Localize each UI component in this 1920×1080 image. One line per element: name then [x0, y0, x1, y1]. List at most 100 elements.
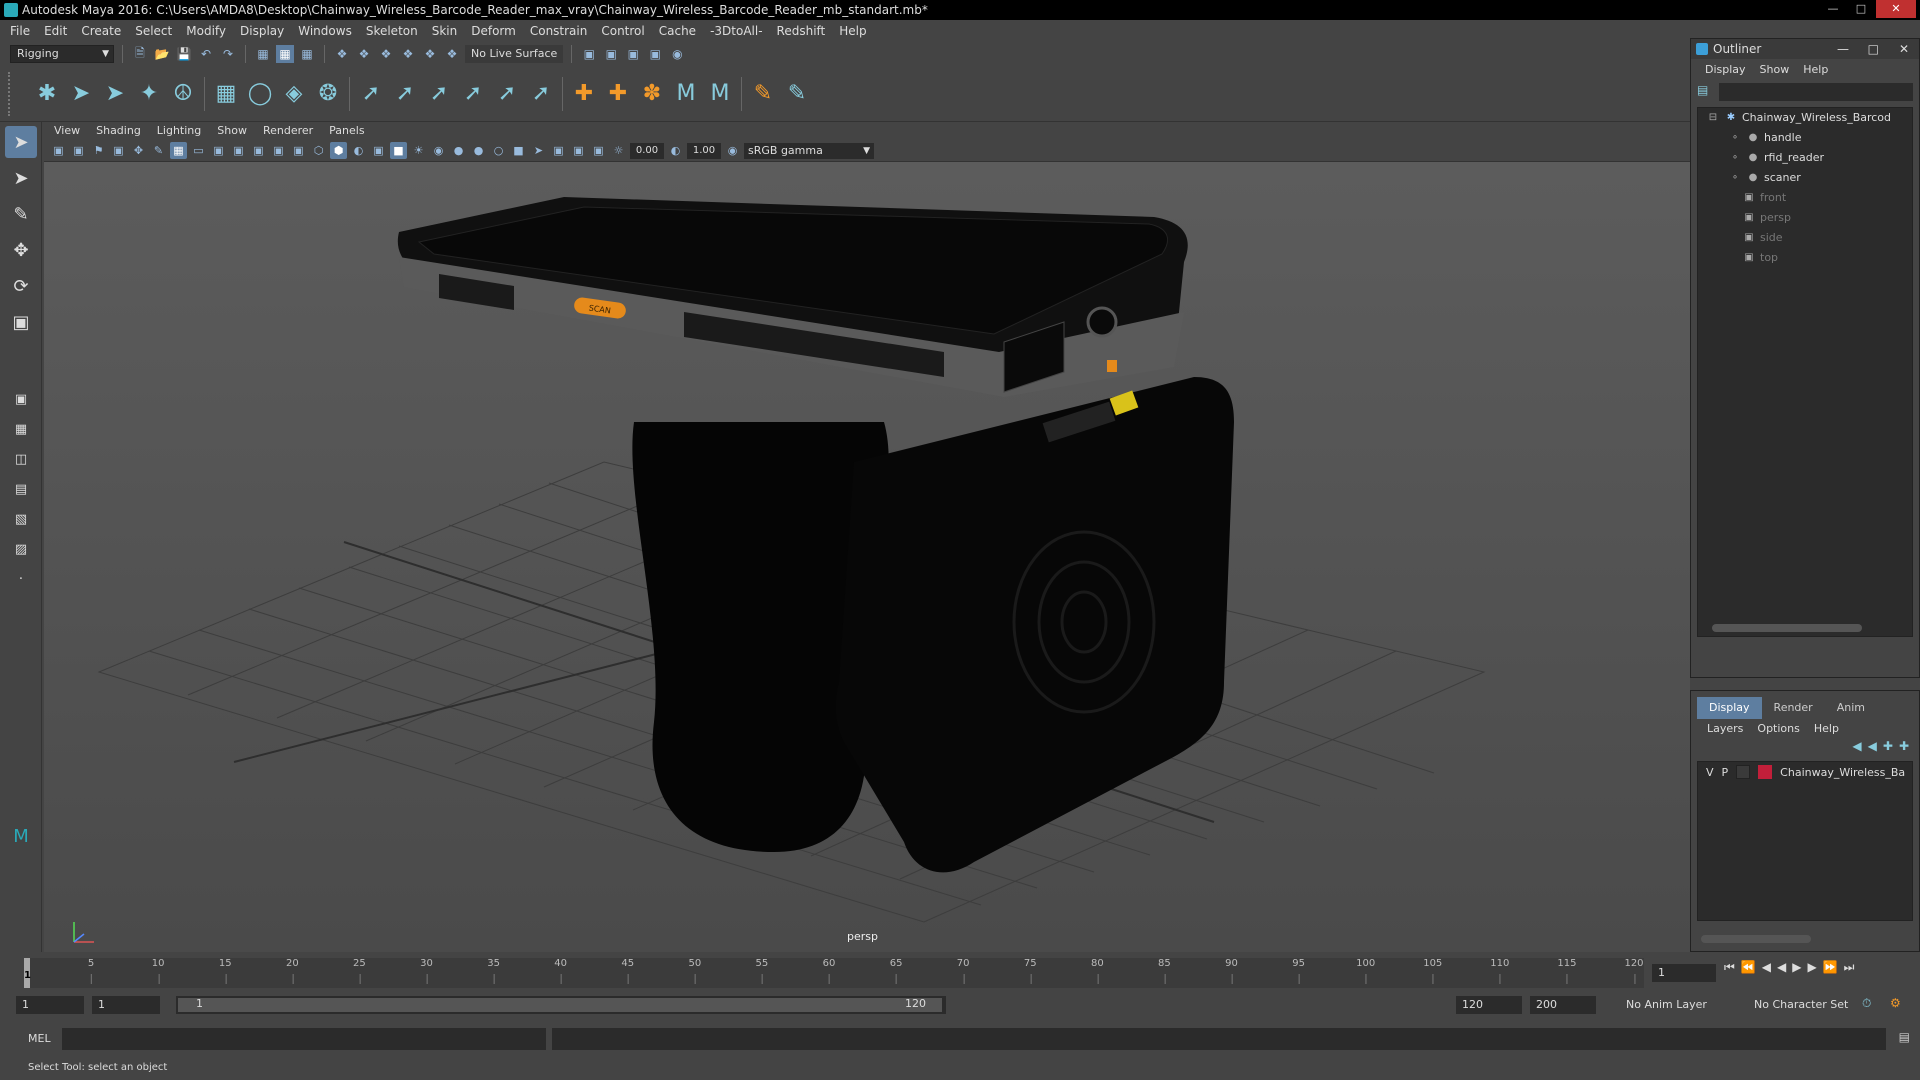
hypershade-icon[interactable]: ◉ [668, 45, 686, 63]
open-scene-icon[interactable]: 📂 [153, 45, 171, 63]
single-pane-layout-icon[interactable]: ▣ [5, 386, 37, 412]
menu-skin[interactable]: Skin [432, 24, 458, 38]
collapse-icon[interactable]: ⊟ [1706, 112, 1720, 124]
shadows-icon[interactable]: ☀ [410, 142, 427, 159]
play-forward-icon[interactable]: ▶ [1792, 960, 1801, 975]
select-tool-icon[interactable]: ➤ [5, 126, 37, 158]
lattice-icon[interactable]: ◈ [277, 77, 311, 111]
menu-modify[interactable]: Modify [186, 24, 226, 38]
minimize-icon[interactable]: — [1837, 39, 1849, 59]
go-to-start-icon[interactable]: ⏮ [1724, 960, 1735, 975]
gate-mask-icon[interactable]: ▣ [230, 142, 247, 159]
animation-end-field[interactable]: 200 [1530, 996, 1596, 1014]
pole-vector-icon[interactable]: ➚ [524, 77, 558, 111]
image-plane-icon[interactable]: ▣ [110, 142, 127, 159]
persp-outliner-layout-icon[interactable]: ▤ [5, 476, 37, 502]
layer-menu-layers[interactable]: Layers [1707, 719, 1743, 739]
menu-create[interactable]: Create [81, 24, 121, 38]
go-to-end-icon[interactable]: ⏭ [1844, 960, 1855, 975]
film-gate-icon[interactable]: ▭ [190, 142, 207, 159]
menu-help[interactable]: Help [839, 24, 866, 38]
menu-constrain[interactable]: Constrain [530, 24, 588, 38]
playback-end-field[interactable]: 120 [1456, 996, 1522, 1014]
2d-pan-zoom-icon[interactable]: ✥ [130, 142, 147, 159]
new-scene-icon[interactable]: 🗎 [131, 45, 149, 63]
menu-deform[interactable]: Deform [471, 24, 516, 38]
hud-icon[interactable]: ▣ [590, 142, 607, 159]
ambient-occlusion-icon[interactable]: ◉ [430, 142, 447, 159]
vp-menu-view[interactable]: View [54, 122, 80, 140]
orient-constraint-icon[interactable]: ➚ [422, 77, 456, 111]
snap-grid-icon[interactable]: ❖ [333, 45, 351, 63]
live-surface-field[interactable]: No Live Surface [465, 45, 564, 63]
vp-menu-renderer[interactable]: Renderer [263, 122, 313, 140]
menu-edit[interactable]: Edit [44, 24, 67, 38]
select-object-icon[interactable]: ▦ [276, 45, 294, 63]
command-language-label[interactable]: MEL [28, 1032, 51, 1045]
exposure-icon[interactable]: ☼ [610, 142, 627, 159]
isolate-select-icon[interactable]: ➤ [530, 142, 547, 159]
wireframe-on-shaded-icon[interactable]: ◐ [350, 142, 367, 159]
close-icon[interactable]: ✕ [1899, 39, 1909, 59]
maya-icon-b[interactable]: M [703, 77, 737, 111]
step-back-key-icon[interactable]: ⏪ [1741, 960, 1756, 975]
outliner-item-scaner[interactable]: ∘ ● scaner [1698, 168, 1912, 188]
vp-menu-shading[interactable]: Shading [96, 122, 141, 140]
tab-render[interactable]: Render [1762, 697, 1825, 719]
menu-select[interactable]: Select [135, 24, 172, 38]
tab-anim[interactable]: Anim [1825, 697, 1877, 719]
color-management-icon[interactable]: ◉ [724, 142, 741, 159]
snap-surface-icon[interactable]: ❖ [421, 45, 439, 63]
four-pane-layout-icon[interactable]: ▦ [5, 416, 37, 442]
rotate-tool-icon[interactable]: ⟳ [5, 270, 37, 302]
cluster-icon[interactable]: ❂ [311, 77, 345, 111]
playback-start-field[interactable]: 1 [92, 996, 160, 1014]
view-transform-dropdown[interactable]: sRGB gamma ▼ [744, 142, 874, 159]
outliner-item-root[interactable]: ⊟ ✱ Chainway_Wireless_Barcod [1698, 108, 1912, 128]
gamma-field[interactable]: 1.00 [687, 142, 721, 159]
layer-type-toggle[interactable] [1736, 765, 1751, 779]
maximize-icon[interactable]: □ [1868, 39, 1879, 59]
hik-icon[interactable]: ✽ [635, 77, 669, 111]
grease-pencil-icon[interactable]: ✎ [150, 142, 167, 159]
menu-redshift[interactable]: Redshift [777, 24, 826, 38]
ik-spline-icon[interactable]: ➤ [98, 77, 132, 111]
viewport-scene[interactable]: SCAN [44, 162, 1690, 952]
animation-start-field[interactable]: 1 [16, 996, 84, 1014]
parent-constraint-icon[interactable]: ➚ [490, 77, 524, 111]
outliner-search-input[interactable] [1719, 83, 1913, 101]
joint-tool-icon[interactable]: ✱ [30, 77, 64, 111]
field-chart-icon[interactable]: ▣ [250, 142, 267, 159]
hypershade-layout-icon[interactable]: ▨ [5, 536, 37, 562]
snap-view-icon[interactable]: ❖ [399, 45, 417, 63]
select-hierarchy-icon[interactable]: ▦ [254, 45, 272, 63]
scale-tool-icon[interactable]: ▣ [5, 306, 37, 338]
range-slider-fill[interactable] [178, 998, 942, 1012]
save-scene-icon[interactable]: 💾 [175, 45, 193, 63]
exposure-field[interactable]: 0.00 [630, 142, 664, 159]
menu-file[interactable]: File [10, 24, 30, 38]
outliner-item-handle[interactable]: ∘ ● handle [1698, 128, 1912, 148]
insert-joint-icon[interactable]: ✦ [132, 77, 166, 111]
filter-icon[interactable]: ▤ [1697, 83, 1715, 103]
minimize-button[interactable]: — [1820, 0, 1846, 18]
snap-vertex-icon[interactable]: ❖ [443, 45, 461, 63]
character-set-dropdown[interactable]: No Character Set [1748, 996, 1862, 1014]
redo-icon[interactable]: ↷ [219, 45, 237, 63]
menu-3dtoall[interactable]: -3DtoAll- [710, 24, 762, 38]
layer-row[interactable]: V P Chainway_Wireless_Ba [1698, 762, 1912, 782]
camera-select-icon[interactable]: ▣ [50, 142, 67, 159]
outliner-item-side[interactable]: ▣ side [1698, 228, 1912, 248]
layer-visibility-toggle[interactable]: V [1706, 766, 1714, 779]
bookmark-icon[interactable]: ⚑ [90, 142, 107, 159]
shelf-handle[interactable] [8, 71, 18, 116]
bind-skin-icon[interactable]: ▦ [209, 77, 243, 111]
layer-menu-help[interactable]: Help [1814, 719, 1839, 739]
vp-menu-lighting[interactable]: Lighting [157, 122, 201, 140]
select-component-icon[interactable]: ▦ [298, 45, 316, 63]
ipr-render-icon[interactable]: ▣ [624, 45, 642, 63]
grid-icon[interactable]: ▦ [170, 142, 187, 159]
anim-layer-dropdown[interactable]: No Anim Layer [1620, 996, 1730, 1014]
paint-weights-icon[interactable]: ◯ [243, 77, 277, 111]
move-tool-icon[interactable]: ✥ [5, 234, 37, 266]
